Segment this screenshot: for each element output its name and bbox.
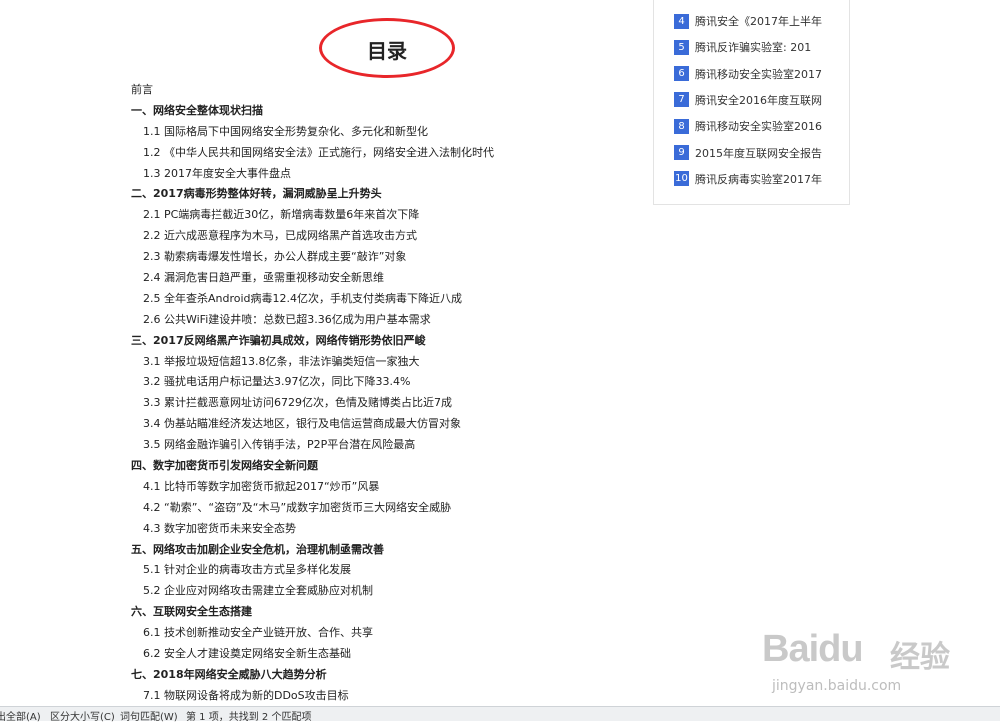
related-doc-item[interactable]: 4 腾讯安全《2017年上半年 bbox=[674, 11, 822, 31]
toc-subsection[interactable]: 1.2 《中华人民共和国网络安全法》正式施行，网络安全进入法制化时代 bbox=[131, 143, 651, 164]
baidu-jingyan-watermark: Baidu 经验 jingyan.baidu.com bbox=[762, 628, 962, 706]
whole-word-button[interactable]: 词句匹配(W) bbox=[120, 708, 178, 723]
toc-section[interactable]: 四、数字加密货币引发网络安全新问题 bbox=[131, 456, 651, 477]
related-doc-title: 腾讯移动安全实验室2016 bbox=[695, 120, 822, 134]
toc-subsection[interactable]: 2.6 公共WiFi建设井喷：总数已超3.36亿成为用户基本需求 bbox=[131, 310, 651, 331]
watermark-cn: 经验 bbox=[890, 640, 950, 675]
find-bar: 突出全部(A) 区分大小写(C) 词句匹配(W) 第 1 项，共找到 2 个匹配… bbox=[0, 706, 1000, 723]
rank-number: 6 bbox=[674, 66, 689, 82]
toc-subsection[interactable]: 5.2 企业应对网络攻击需建立全套威胁应对机制 bbox=[131, 581, 651, 602]
related-doc-title: 腾讯移动安全实验室2017 bbox=[695, 67, 822, 81]
toc-section[interactable]: 一、网络安全整体现状扫描 bbox=[131, 101, 651, 122]
related-doc-title: 腾讯反诈骗实验室: 201 bbox=[695, 41, 812, 55]
toc-subsection[interactable]: 2.4 漏洞危害日趋严重，亟需重视移动安全新思维 bbox=[131, 268, 651, 289]
toc-subsection[interactable]: 2.5 全年查杀Android病毒12.4亿次，手机支付类病毒下降近八成 bbox=[131, 289, 651, 310]
toc-subsection[interactable]: 3.5 网络金融诈骗引入传销手法，P2P平台潜在风险最高 bbox=[131, 435, 651, 456]
toc-subsection[interactable]: 5.1 针对企业的病毒攻击方式呈多样化发展 bbox=[131, 560, 651, 581]
toc-section[interactable]: 五、网络攻击加剧企业安全危机，治理机制亟需改善 bbox=[131, 540, 651, 561]
related-doc-title: 腾讯安全2016年度互联网 bbox=[695, 93, 822, 107]
toc-section[interactable]: 七、2018年网络安全威胁八大趋势分析 bbox=[131, 665, 651, 686]
toc-subsection[interactable]: 6.2 安全人才建设奠定网络安全新生态基础 bbox=[131, 644, 651, 665]
toc-subsection[interactable]: 4.3 数字加密货币未来安全态势 bbox=[131, 519, 651, 540]
toc-intro[interactable]: 前言 bbox=[131, 80, 651, 101]
related-doc-item[interactable]: 10 腾讯反病毒实验室2017年 bbox=[674, 169, 822, 189]
toc-section[interactable]: 六、互联网安全生态搭建 bbox=[131, 602, 651, 623]
toc-subsection[interactable]: 3.4 伪基站瞄准经济发达地区，银行及电信运营商成最大仿冒对象 bbox=[131, 414, 651, 435]
find-status: 第 1 项，共找到 2 个匹配项 bbox=[186, 712, 312, 723]
watermark-url: jingyan.baidu.com bbox=[772, 678, 902, 694]
match-all-button[interactable]: 突出全部(A) bbox=[0, 708, 41, 723]
toc-subsection[interactable]: 1.1 国际格局下中国网络安全形势复杂化、多元化和新型化 bbox=[131, 122, 651, 143]
related-doc-title: 腾讯安全《2017年上半年 bbox=[695, 15, 822, 28]
toc-subsection[interactable]: 4.1 比特币等数字加密货币掀起2017“炒币”风暴 bbox=[131, 477, 651, 498]
toc-section[interactable]: 三、2017反网络黑产诈骗初具成效，网络传销形势依旧严峻 bbox=[131, 331, 651, 352]
toc-subsection[interactable]: 1.3 2017年度安全大事件盘点 bbox=[131, 164, 651, 185]
rank-number: 10 bbox=[674, 171, 689, 187]
related-doc-item[interactable]: 9 2015年度互联网安全报告 bbox=[674, 143, 822, 163]
related-docs-panel: 4 腾讯安全《2017年上半年 5 腾讯反诈骗实验室: 201 6 腾讯移动安全实验室20… bbox=[653, 0, 850, 205]
related-doc-title: 腾讯反病毒实验室2017年 bbox=[695, 172, 822, 186]
toc-subsection[interactable]: 3.2 骚扰电话用户标记量达3.97亿次，同比下降33.4% bbox=[131, 372, 651, 393]
match-case-button[interactable]: 区分大小写(C) bbox=[50, 708, 115, 723]
rank-number: 7 bbox=[674, 92, 689, 108]
rank-number: 8 bbox=[674, 118, 689, 134]
related-doc-title: 2015年度互联网安全报告 bbox=[695, 146, 822, 160]
toc-subsection[interactable]: 2.2 近六成恶意程序为木马，已成网络黑产首选攻击方式 bbox=[131, 226, 651, 247]
rank-number: 9 bbox=[674, 145, 689, 160]
table-of-contents: 前言 一、网络安全整体现状扫描 1.1 国际格局下中国网络安全形势复杂化、多元化和新… bbox=[131, 80, 651, 707]
toc-subsection[interactable]: 2.1 PC端病毒拦截近30亿，新增病毒数量6年来首次下降 bbox=[131, 205, 651, 226]
related-doc-item[interactable]: 5 腾讯反诈骗实验室: 201 bbox=[674, 37, 811, 57]
toc-subsection[interactable]: 2.3 勒索病毒爆发性增长，办公人群成主要“敲诈”对象 bbox=[131, 247, 651, 268]
rank-number: 5 bbox=[674, 39, 689, 55]
watermark-logo: Baidu bbox=[762, 628, 864, 670]
toc-subsection[interactable]: 3.1 举报垃圾短信超13.8亿条，非法诈骗类短信一家独大 bbox=[131, 352, 651, 373]
rank-number: 4 bbox=[674, 13, 689, 29]
toc-heading-circle: 目录 bbox=[319, 18, 455, 78]
toc-subsection[interactable]: 7.1 物联网设备将成为新的DDoS攻击目标 bbox=[131, 686, 651, 707]
related-doc-item[interactable]: 7 腾讯安全2016年度互联网 bbox=[674, 90, 822, 110]
toc-subsection[interactable]: 6.1 技术创新推动安全产业链开放、合作、共享 bbox=[131, 623, 651, 644]
toc-heading: 目录 bbox=[367, 39, 407, 63]
toc-subsection[interactable]: 4.2 “勒索”、“盗窃”及“木马”成数字加密货币三大网络安全威胁 bbox=[131, 498, 651, 519]
toc-section[interactable]: 二、2017病毒形势整体好转，漏洞威胁呈上升势头 bbox=[131, 184, 651, 205]
toc-subsection[interactable]: 3.3 累计拦截恶意网址访问6729亿次，色情及赌博类占比近7成 bbox=[131, 393, 651, 414]
related-doc-item[interactable]: 8 腾讯移动安全实验室2016 bbox=[674, 116, 822, 136]
related-doc-item[interactable]: 6 腾讯移动安全实验室2017 bbox=[674, 64, 822, 84]
